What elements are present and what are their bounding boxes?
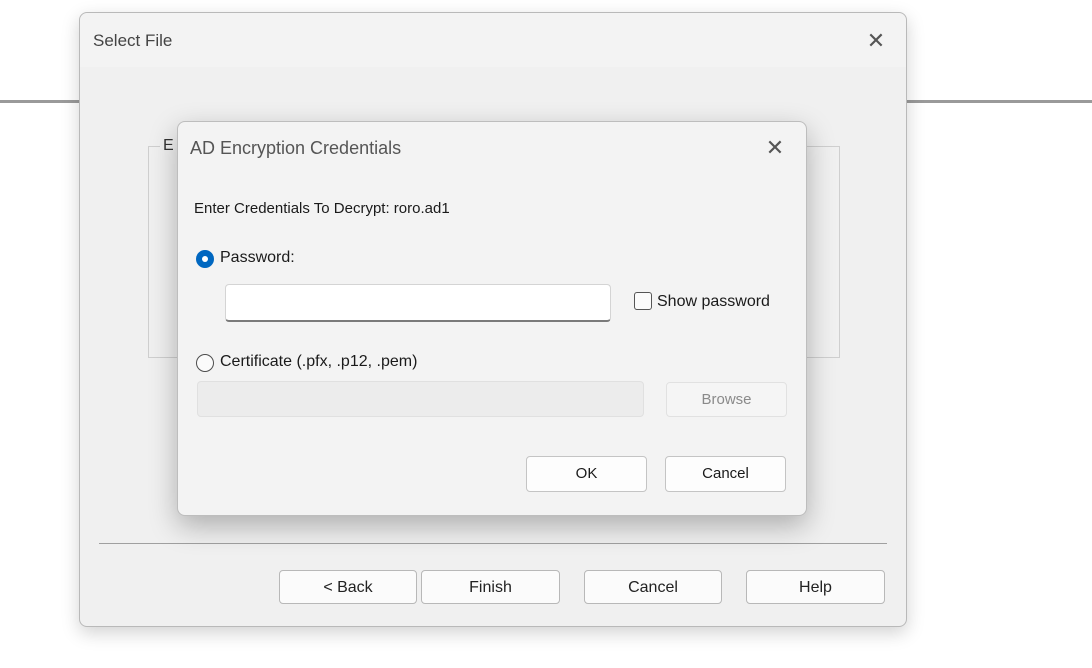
cancel-button[interactable]: Cancel (584, 570, 722, 604)
show-password-label: Show password (657, 293, 770, 310)
show-password-checkbox[interactable] (634, 292, 652, 310)
credentials-prompt: Enter Credentials To Decrypt: roro.ad1 (194, 200, 450, 217)
password-radio-label: Password: (220, 249, 295, 266)
cancel-button[interactable]: Cancel (665, 456, 786, 492)
close-icon[interactable]: ✕ (860, 27, 892, 55)
password-field[interactable] (225, 284, 611, 322)
certificate-radio[interactable] (196, 354, 214, 372)
title-bar: Select File ✕ (80, 13, 906, 67)
password-radio[interactable] (196, 250, 214, 268)
back-button[interactable]: < Back (279, 570, 417, 604)
certificate-radio-label: Certificate (.pfx, .p12, .pem) (220, 353, 418, 370)
help-button[interactable]: Help (746, 570, 885, 604)
close-icon[interactable]: ✕ (760, 134, 790, 162)
dialog-title: AD Encryption Credentials (190, 138, 402, 158)
ok-button[interactable]: OK (526, 456, 647, 492)
finish-button[interactable]: Finish (421, 570, 560, 604)
background-divider (906, 100, 1092, 103)
group-box-label: E (160, 137, 177, 155)
ad-encryption-credentials-dialog: AD Encryption Credentials ✕ Enter Creden… (177, 121, 807, 516)
dialog-title: Select File (93, 31, 173, 50)
background-divider (0, 100, 80, 103)
button-separator (99, 543, 887, 544)
browse-button: Browse (666, 382, 787, 417)
certificate-path-field (197, 381, 644, 417)
